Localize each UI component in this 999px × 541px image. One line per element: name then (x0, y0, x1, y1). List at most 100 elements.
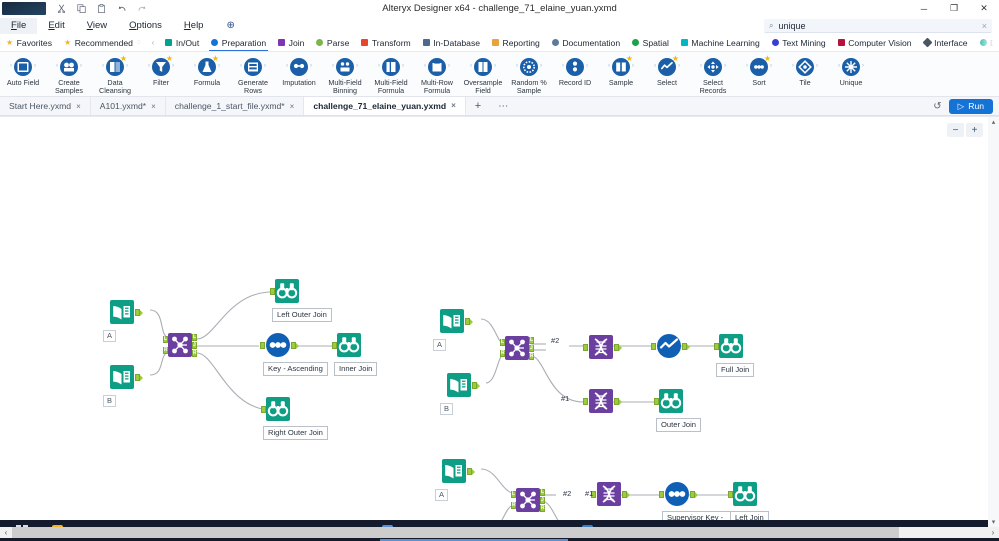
menu-help[interactable]: Help (173, 18, 215, 34)
workflow-node-g1-browse-ro[interactable] (261, 397, 290, 421)
category-tab-in-database[interactable]: In-Database (417, 34, 486, 51)
browse-tool-icon[interactable] (733, 482, 757, 506)
tool-create-samples[interactable]: › › Create Samples (46, 55, 92, 96)
tab-overflow-button[interactable]: ⋯ (490, 97, 517, 115)
run-button[interactable]: ▷ Run (948, 99, 993, 114)
workflow-node-g2-union-top[interactable] (583, 335, 622, 359)
workflow-node-g2-input-b[interactable] (447, 373, 480, 397)
workflow-node-g3-browse-left[interactable] (728, 482, 757, 506)
output-anchor[interactable] (622, 491, 630, 498)
tool-filter[interactable]: › › ★ Filter (138, 55, 184, 87)
category-tab-favorites[interactable]: ★ Favorites (0, 34, 58, 51)
favorite-star-icon[interactable]: ★ (212, 55, 219, 63)
browse-tool-icon[interactable] (337, 333, 361, 357)
input-anchor[interactable] (659, 491, 664, 498)
tool-imputation[interactable]: › › Imputation (276, 55, 322, 87)
globe-icon[interactable]: ⊕ (226, 20, 234, 31)
select-records-icon[interactable] (704, 58, 722, 76)
output-anchor[interactable] (614, 398, 622, 405)
tool-select-records[interactable]: › › Select Records (690, 55, 736, 96)
browse-tool-icon[interactable] (266, 397, 290, 421)
category-tab-recommended[interactable]: ★ Recommended ◌ (58, 34, 147, 51)
input-tool-icon[interactable] (110, 365, 134, 389)
hscroll-track[interactable] (12, 527, 987, 538)
menu-options[interactable]: Options (118, 18, 173, 34)
category-tab-documentation[interactable]: Documentation (546, 34, 626, 51)
workflow-node-g1-browse-lo[interactable] (270, 279, 299, 303)
doc-tab-3[interactable]: challenge_71_elaine_yuan.yxmd × (304, 97, 466, 115)
canvas-vertical-scrollbar[interactable]: ▴ ▾ (988, 117, 999, 527)
tool-generate-rows[interactable]: › › Generate Rows (230, 55, 276, 96)
record-id-icon[interactable] (566, 58, 584, 76)
category-tab-spatial[interactable]: Spatial (626, 34, 675, 51)
multi-field-formula-icon[interactable] (382, 58, 400, 76)
join-tool-icon[interactable] (168, 333, 192, 357)
unique-tool-icon[interactable] (597, 482, 621, 506)
favorite-star-icon[interactable]: ★ (764, 55, 771, 63)
doc-tab-close-icon[interactable]: × (76, 102, 81, 111)
category-scroll-left[interactable]: ‹ (147, 38, 160, 47)
category-tab-transform[interactable]: Transform (355, 34, 416, 51)
workflow-canvas-area[interactable]: − + A B L R L J R Left Outer Join Key - Ascendin… (0, 116, 999, 538)
output-anchor[interactable] (472, 382, 480, 389)
input-tool-icon[interactable] (110, 300, 134, 324)
workflow-node-g3-join[interactable]: LRLJR (511, 488, 545, 512)
doc-tab-0[interactable]: Start Here.yxmd × (0, 97, 91, 115)
undo-icon[interactable] (116, 3, 127, 14)
tool-data-cleansing[interactable]: › › ★ Data Cleansing (92, 55, 138, 96)
search-clear-icon[interactable]: × (982, 21, 987, 31)
input-tool-icon[interactable] (447, 373, 471, 397)
category-tab-reporting[interactable]: Reporting (486, 34, 546, 51)
sort-tool-icon[interactable] (665, 482, 689, 506)
input-tool-icon[interactable] (440, 309, 464, 333)
category-tab-interface[interactable]: Interface (918, 34, 974, 51)
tool-sort[interactable]: › › ★ Sort (736, 55, 782, 87)
scroll-up-arrow[interactable]: ▴ (992, 117, 996, 127)
workflow-node-g3-input-a[interactable] (442, 459, 475, 483)
input-anchor[interactable] (654, 398, 659, 405)
tool-select[interactable]: › › ★ Select (644, 55, 690, 87)
auto-field-icon[interactable] (14, 58, 32, 76)
random-sample-icon[interactable] (520, 58, 538, 76)
tool-multi-field-formula[interactable]: › › Multi-Field Formula (368, 55, 414, 96)
category-tab-machine-learning[interactable]: Machine Learning (675, 34, 766, 51)
output-anchor[interactable] (135, 374, 143, 381)
favorite-star-icon[interactable]: ★ (166, 55, 173, 63)
unique-tool-icon[interactable] (589, 389, 613, 413)
output-anchor[interactable] (291, 342, 299, 349)
unique-icon[interactable] (842, 58, 860, 76)
doc-tab-close-icon[interactable]: × (451, 101, 456, 110)
input-anchor[interactable] (270, 288, 275, 295)
output-anchor[interactable] (467, 468, 475, 475)
menu-file[interactable]: File (0, 17, 38, 34)
tool-oversample-field[interactable]: › › Oversample Field (460, 55, 506, 96)
input-anchor[interactable] (583, 344, 588, 351)
browse-tool-icon[interactable] (719, 334, 743, 358)
redo-icon[interactable] (136, 3, 147, 14)
output-anchor[interactable] (690, 491, 698, 498)
close-button[interactable]: ✕ (969, 0, 999, 17)
category-tab-in-out[interactable]: In/Out (159, 34, 205, 51)
workflow-node-g3-sort-top[interactable] (659, 482, 698, 506)
cut-icon[interactable] (56, 3, 67, 14)
menu-edit[interactable]: Edit (37, 18, 75, 34)
input-anchor[interactable] (651, 343, 656, 350)
scroll-down-arrow[interactable]: ▾ (992, 517, 996, 527)
generate-rows-icon[interactable] (244, 58, 262, 76)
favorite-star-icon[interactable]: ★ (672, 55, 679, 63)
browse-tool-icon[interactable] (275, 279, 299, 303)
favorite-star-icon[interactable]: ★ (120, 55, 127, 63)
category-tab-computer-vision[interactable]: Computer Vision (832, 34, 918, 51)
workflow-node-g2-input-a[interactable] (440, 309, 473, 333)
search-box[interactable]: ⌕ unique × (764, 19, 992, 33)
multi-field-binning-icon[interactable] (336, 58, 354, 76)
input-anchor[interactable] (583, 398, 588, 405)
input-anchor[interactable] (260, 342, 265, 349)
tool-sample[interactable]: › › ★ Sample (598, 55, 644, 87)
join-tool-icon[interactable] (516, 488, 540, 512)
select-tool-icon[interactable] (657, 334, 681, 358)
canvas-horizontal-scrollbar[interactable]: ‹ › (0, 527, 999, 538)
workflow-node-g1-browse-inner[interactable] (332, 333, 361, 357)
zoom-in-button[interactable]: + (966, 123, 983, 137)
minimize-button[interactable]: ─ (909, 0, 939, 17)
